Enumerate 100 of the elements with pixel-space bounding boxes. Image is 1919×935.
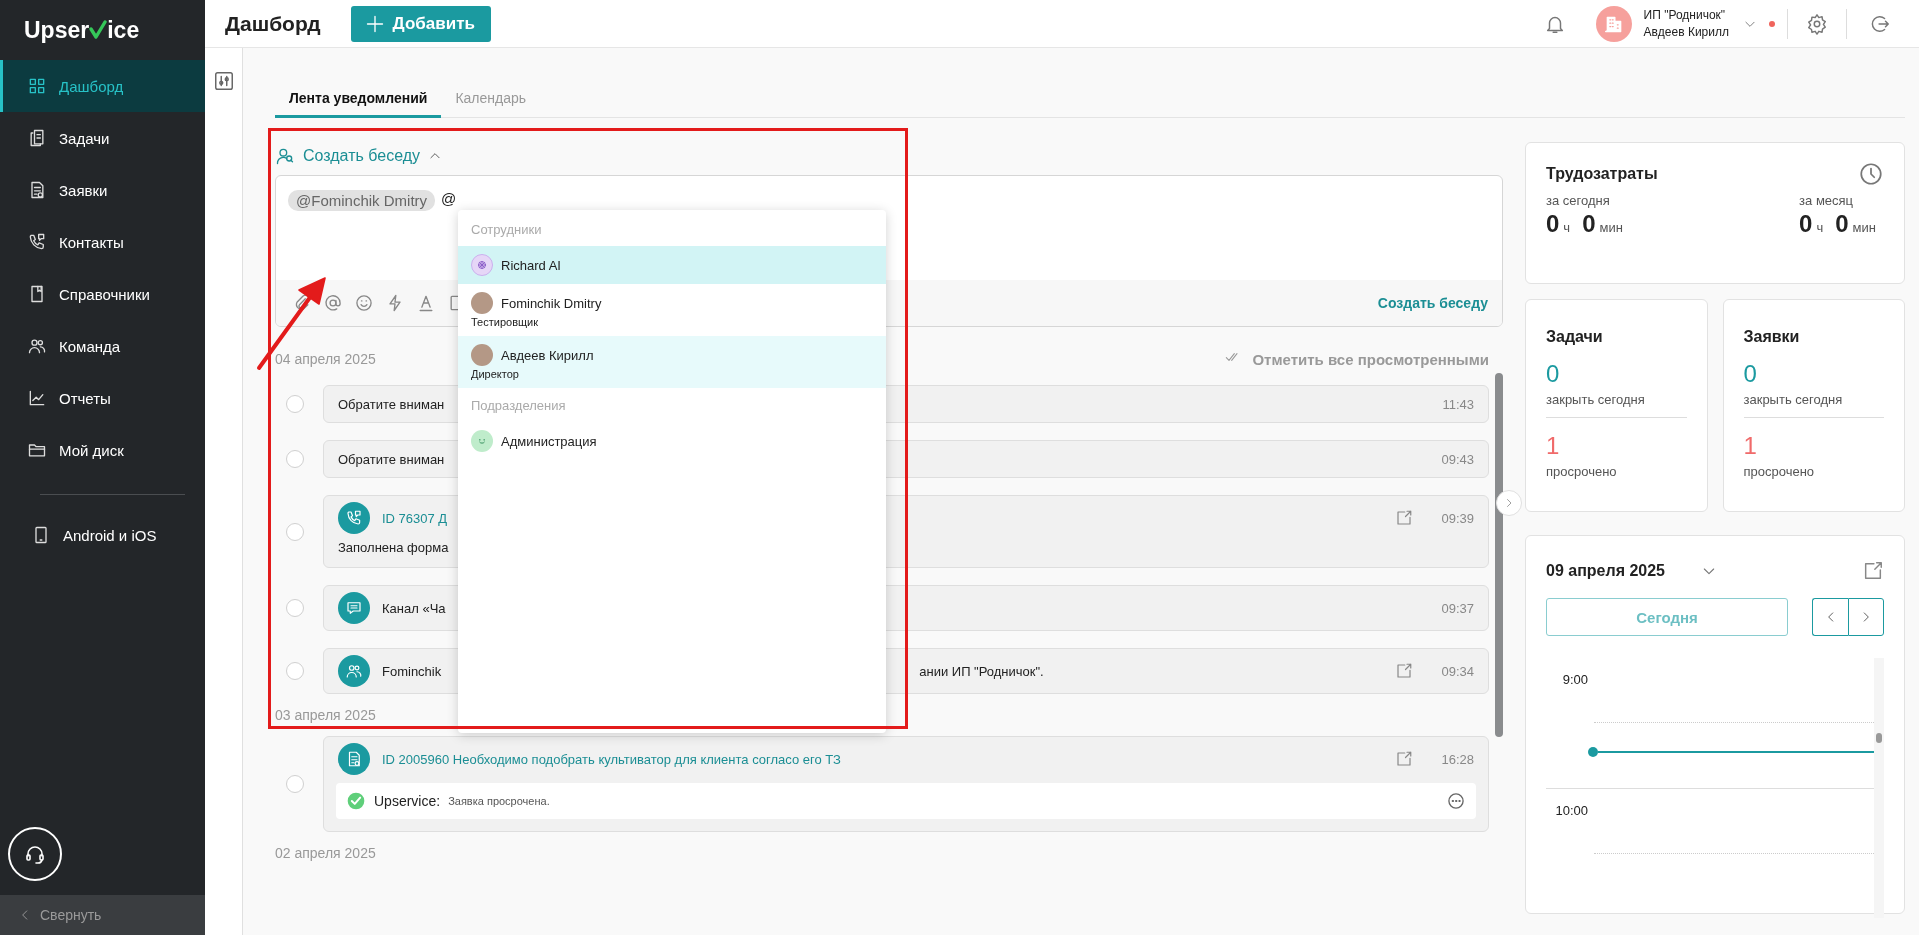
settings-icon[interactable]: [1806, 12, 1828, 35]
chart-icon: [27, 388, 47, 408]
count-label: просрочено: [1546, 463, 1618, 481]
count-label: просрочено: [1743, 463, 1816, 481]
create-chat-toggle[interactable]: Создать беседу: [275, 142, 442, 170]
plus-icon: [364, 13, 385, 34]
notification-type-icon: [338, 743, 370, 775]
clock-icon[interactable]: [1858, 161, 1884, 187]
date-label: 02 апреля 2025: [275, 845, 376, 861]
card-title: Трудозатраты: [1546, 165, 1658, 183]
company-avatar[interactable]: [1595, 5, 1632, 42]
time-label: 10:00: [1554, 802, 1589, 820]
open-external-icon[interactable]: [1395, 662, 1414, 680]
time-label: 9:00: [1561, 671, 1589, 689]
nav-item[interactable]: Задачи: [0, 112, 205, 164]
read-toggle[interactable]: [286, 599, 304, 617]
date-label: 04 апреля 2025: [275, 351, 376, 367]
period-label: за сегодня: [1546, 193, 1611, 208]
scrollbar-thumb[interactable]: [1876, 733, 1882, 743]
unit-label: ч: [1563, 220, 1571, 235]
read-toggle[interactable]: [286, 395, 304, 413]
card-title: Заявки: [1743, 328, 1801, 346]
minutes-value: 0: [1582, 210, 1596, 238]
open-external-icon[interactable]: [1395, 750, 1414, 768]
page-title: Дашборд: [225, 11, 321, 36]
nav-item[interactable]: Android и iOS: [0, 509, 205, 561]
notification-text: ании ИП "Родничок".: [919, 663, 1044, 679]
notification-type-icon: [338, 655, 370, 687]
period-label: за месяц: [1799, 193, 1855, 208]
read-toggle[interactable]: [286, 450, 304, 468]
grid-icon: [27, 76, 47, 96]
avatar: [471, 344, 493, 366]
company-name: ИП "Родничок": [1643, 6, 1727, 24]
nav-item[interactable]: Справочники: [0, 268, 205, 320]
hours-value: 0: [1546, 210, 1560, 238]
count-value: 0: [1546, 360, 1561, 388]
support-button[interactable]: [8, 827, 62, 881]
section-heading: Сотрудники: [470, 220, 543, 239]
check-circle-icon: [346, 791, 366, 811]
date-picker[interactable]: 09 апреля 2025: [1546, 562, 1665, 580]
time-label: 11:43: [1442, 396, 1474, 412]
nav-item[interactable]: Заявки: [0, 164, 205, 216]
nav-item[interactable]: Контакты: [0, 216, 205, 268]
notification-text: Канал «Ча: [382, 600, 446, 616]
notification-link[interactable]: ID 2005960 Необходимо подобрать культиватор для клиента согласо его ТЗ: [382, 751, 841, 767]
notification-type-icon: [338, 592, 370, 624]
collapse-button[interactable]: Свернуть: [0, 895, 205, 935]
notification-text: Заполнена форма: [338, 539, 450, 557]
people-search-icon: [275, 146, 295, 166]
time-label: 09:43: [1441, 451, 1474, 467]
time-label: 16:28: [1441, 751, 1474, 767]
mention-option[interactable]: Richard AI: [458, 246, 886, 284]
read-toggle[interactable]: [286, 775, 304, 793]
nav-item[interactable]: Дашборд: [0, 60, 205, 112]
scrollbar-thumb[interactable]: [1495, 373, 1503, 737]
logo: Upser ice: [23, 15, 141, 45]
at-sign-icon[interactable]: [323, 293, 343, 313]
nav-item[interactable]: Отчеты: [0, 372, 205, 424]
overdue-value: 1: [1743, 432, 1758, 460]
unit-label: мин: [1599, 220, 1623, 235]
date-label: 03 апреля 2025: [275, 707, 376, 723]
phone-icon: [27, 232, 47, 252]
unit-label: мин: [1852, 220, 1876, 235]
create-chat-link[interactable]: Создать беседу: [1377, 295, 1488, 311]
read-toggle[interactable]: [286, 662, 304, 680]
tab[interactable]: Лента уведомлений: [275, 80, 442, 118]
count-label: закрыть сегодня: [1743, 388, 1884, 418]
smiley-icon[interactable]: [354, 293, 374, 313]
user-name: Авдеев Кирилл: [1643, 23, 1729, 41]
notification-text: Fominchik: [382, 663, 442, 679]
section-heading: Подразделения: [470, 396, 567, 415]
mention-option[interactable]: Fominchik Dmitry Тестировщик: [458, 284, 886, 336]
minutes-value: 0: [1835, 210, 1849, 238]
comment-text: Заявка просрочена.: [448, 795, 550, 807]
avatar: [471, 430, 493, 452]
open-external-icon[interactable]: [1395, 509, 1414, 527]
comment-author: Upservice:: [374, 793, 441, 809]
count-label: закрыть сегодня: [1546, 388, 1687, 418]
mention-option[interactable]: Авдеев Кирилл Директор: [458, 336, 886, 388]
unit-label: ч: [1816, 220, 1824, 235]
notification-type-icon: [338, 502, 370, 534]
speech-bubble-icon[interactable]: [1446, 791, 1466, 811]
read-toggle[interactable]: [286, 522, 304, 541]
time-label: 09:34: [1441, 663, 1474, 679]
sliders-icon[interactable]: [212, 70, 235, 92]
nav-item[interactable]: Команда: [0, 320, 205, 372]
hours-value: 0: [1799, 210, 1813, 238]
mention-chip: @Fominchik Dmitry: [288, 190, 436, 211]
open-external-icon[interactable]: [1862, 560, 1884, 582]
typed-text: @: [441, 190, 457, 209]
next-button[interactable]: [1848, 598, 1884, 636]
notification-text: Обратите вниман: [338, 451, 445, 467]
message-field[interactable]: @Fominchik Dmitry @: [288, 190, 457, 211]
count-value: 0: [1743, 360, 1758, 388]
mention-option[interactable]: Администрация: [458, 422, 886, 460]
notification-text: Обратите вниман: [338, 396, 445, 412]
card-title: Задачи: [1546, 328, 1604, 346]
nav-item[interactable]: Мой диск: [0, 424, 205, 476]
previous-button[interactable]: [1812, 598, 1848, 636]
avatar: [471, 254, 493, 276]
